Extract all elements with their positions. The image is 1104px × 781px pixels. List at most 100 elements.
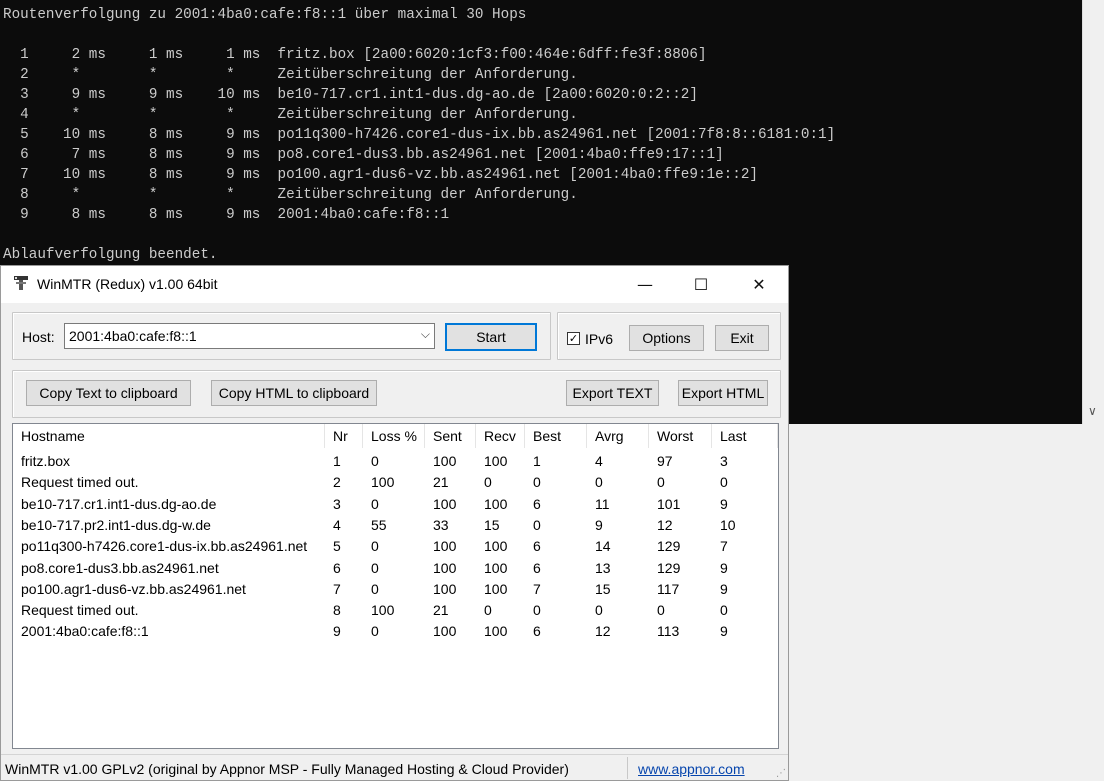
- table-row[interactable]: po11q300-h7426.core1-dus-ix.bb.as24961.n…: [13, 536, 778, 557]
- cell-last: 9: [720, 580, 728, 597]
- cell-sent: 100: [433, 495, 457, 512]
- column-header-best[interactable]: Best: [525, 424, 587, 448]
- cell-sent: 100: [433, 559, 457, 576]
- cell-nr: 2: [333, 474, 341, 491]
- minimize-button[interactable]: —: [622, 266, 668, 303]
- cell-recv: 100: [484, 538, 508, 555]
- maximize-button[interactable]: ☐: [678, 266, 724, 303]
- copy-html-button[interactable]: Copy HTML to clipboard: [211, 380, 377, 406]
- ipv6-label: IPv6: [585, 331, 614, 347]
- export-text-button[interactable]: Export TEXT: [566, 380, 659, 406]
- cell-last: 9: [720, 623, 728, 640]
- cell-hostname: Request timed out.: [21, 474, 139, 491]
- cell-loss: 0: [371, 453, 379, 469]
- cell-recv: 100: [484, 559, 508, 576]
- column-header-sent[interactable]: Sent: [425, 424, 476, 448]
- cell-sent: 33: [433, 516, 449, 533]
- chevron-down-icon[interactable]: ⌵: [421, 327, 430, 342]
- cell-recv: 100: [484, 495, 508, 512]
- cell-nr: 9: [333, 623, 341, 640]
- cell-avrg: 14: [595, 538, 611, 555]
- column-header-worst[interactable]: Worst: [649, 424, 712, 448]
- cell-recv: 100: [484, 623, 508, 640]
- table-row[interactable]: be10-717.cr1.int1-dus.dg-ao.de 3 0 100 100 6 1…: [13, 494, 778, 515]
- cell-hostname: be10-717.pr2.int1-dus.dg-w.de: [21, 516, 211, 533]
- cell-nr: 8: [333, 602, 341, 619]
- cell-loss: 100: [371, 474, 395, 491]
- minimize-icon: —: [637, 275, 653, 294]
- cell-worst: 117: [657, 580, 680, 597]
- copy-text-button[interactable]: Copy Text to clipboard: [26, 380, 191, 406]
- status-bar: WinMTR v1.00 GPLv2 (original by Appnor M…: [1, 754, 788, 781]
- column-header-avrg[interactable]: Avrg: [587, 424, 649, 448]
- cell-nr: 3: [333, 495, 341, 512]
- console-scrollbar-thumb[interactable]: [1087, 2, 1101, 396]
- cell-recv: 15: [484, 516, 500, 533]
- close-icon: ✕: [752, 275, 766, 294]
- cell-last: 3: [720, 453, 728, 469]
- column-header-nr[interactable]: Nr: [325, 424, 363, 448]
- appnor-link[interactable]: www.appnor.com: [638, 761, 745, 777]
- cell-nr: 1: [333, 453, 341, 469]
- host-label: Host:: [22, 329, 55, 345]
- cell-sent: 100: [433, 623, 457, 640]
- start-button[interactable]: Start: [445, 323, 537, 351]
- maximize-icon: ☐: [693, 275, 709, 294]
- cell-avrg: 11: [595, 495, 610, 512]
- table-row[interactable]: fritz.box 1 0 100 100 1 4 97 3: [13, 451, 778, 472]
- cell-worst: 129: [657, 538, 681, 555]
- cell-best: 0: [533, 602, 541, 619]
- export-html-button[interactable]: Export HTML: [678, 380, 768, 406]
- cell-best: 6: [533, 623, 541, 640]
- table-row[interactable]: 2001:4ba0:cafe:f8::1 9 0 100 100 6 12 113 9: [13, 621, 778, 642]
- cell-hostname: po100.agr1-dus6-vz.bb.as24961.net: [21, 580, 246, 597]
- table-row[interactable]: Request timed out. 2 100 21 0 0 0 0 0: [13, 472, 778, 493]
- close-button[interactable]: ✕: [736, 266, 782, 303]
- table-row[interactable]: be10-717.pr2.int1-dus.dg-w.de 4 55 33 15 0 9 12…: [13, 515, 778, 536]
- options-button[interactable]: Options: [629, 325, 704, 351]
- column-header-recv[interactable]: Recv: [476, 424, 525, 448]
- winmtr-window: WinMTR (Redux) v1.00 64bit — ☐ ✕ Host: 2…: [0, 265, 789, 781]
- cell-best: 1: [533, 453, 541, 469]
- cell-loss: 0: [371, 623, 379, 640]
- resize-grip-icon[interactable]: ⋰: [776, 768, 786, 779]
- results-table[interactable]: Hostname Nr Loss % Sent Recv Best Avrg Worst Las…: [12, 423, 779, 749]
- table-row[interactable]: Request timed out. 8 100 21 0 0 0 0 0: [13, 600, 778, 621]
- exit-button[interactable]: Exit: [715, 325, 769, 351]
- cell-worst: 0: [657, 602, 665, 619]
- cell-avrg: 13: [595, 559, 611, 576]
- cell-worst: 113: [657, 623, 680, 640]
- table-row[interactable]: po8.core1-dus3.bb.as24961.net 6 0 100 100 6 13…: [13, 558, 778, 579]
- cell-nr: 4: [333, 516, 341, 533]
- column-header-hostname[interactable]: Hostname: [13, 424, 325, 448]
- host-combobox[interactable]: 2001:4ba0:cafe:f8::1 ⌵: [64, 323, 435, 349]
- cell-last: 9: [720, 495, 728, 512]
- chevron-down-icon[interactable]: ∨: [1088, 404, 1097, 418]
- ipv6-checkbox[interactable]: ✓: [567, 332, 580, 345]
- cell-best: 6: [533, 495, 541, 512]
- host-value: 2001:4ba0:cafe:f8::1: [69, 328, 197, 344]
- console-scrollbar[interactable]: ∨: [1082, 0, 1104, 424]
- cell-nr: 6: [333, 559, 341, 576]
- cell-hostname: po8.core1-dus3.bb.as24961.net: [21, 559, 219, 576]
- cell-loss: 0: [371, 538, 379, 555]
- cell-last: 0: [720, 474, 728, 491]
- cell-recv: 100: [484, 453, 508, 469]
- cell-worst: 12: [657, 516, 673, 533]
- cell-avrg: 4: [595, 453, 603, 469]
- cell-sent: 100: [433, 538, 457, 555]
- cell-loss: 0: [371, 559, 379, 576]
- title-bar[interactable]: WinMTR (Redux) v1.00 64bit — ☐ ✕: [1, 266, 788, 303]
- cell-last: 9: [720, 559, 728, 576]
- cell-sent: 100: [433, 580, 457, 597]
- cell-nr: 5: [333, 538, 341, 555]
- winmtr-app-icon: [14, 276, 28, 290]
- cell-worst: 0: [657, 474, 665, 491]
- cell-recv: 100: [484, 580, 508, 597]
- table-row[interactable]: po100.agr1-dus6-vz.bb.as24961.net 7 0 100 10…: [13, 579, 778, 600]
- cell-hostname: be10-717.cr1.int1-dus.dg-ao.de: [21, 495, 217, 512]
- column-header-last[interactable]: Last: [712, 424, 778, 448]
- column-header-loss[interactable]: Loss %: [363, 424, 425, 448]
- cell-avrg: 12: [595, 623, 611, 640]
- cell-recv: 0: [484, 474, 492, 491]
